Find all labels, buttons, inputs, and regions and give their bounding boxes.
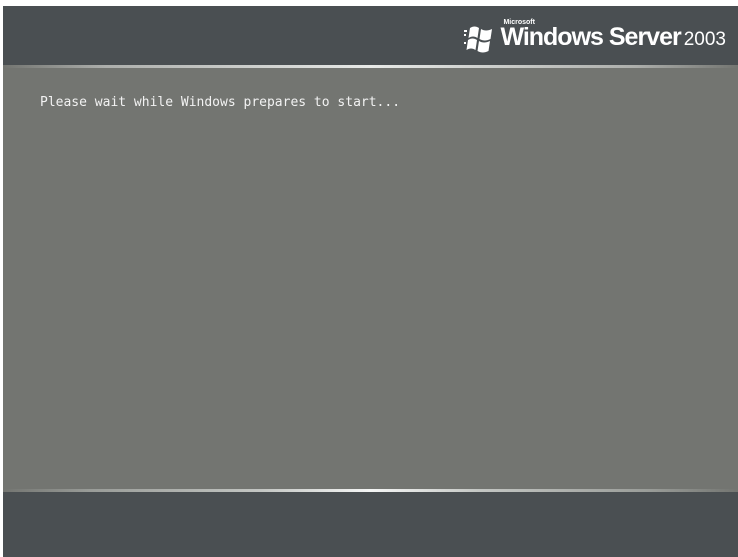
logo-version: 2003 xyxy=(683,29,726,50)
bottom-banner xyxy=(3,492,738,557)
logo-product: Windows Server xyxy=(500,23,681,51)
windows-flag-icon xyxy=(464,26,493,53)
status-message: Please wait while Windows prepares to st… xyxy=(40,95,401,110)
boot-screen: Microsoft Windows Server 2003 Please wai… xyxy=(3,6,738,557)
windows-server-logo: Microsoft Windows Server 2003 xyxy=(464,18,726,54)
top-banner: Microsoft Windows Server 2003 xyxy=(3,6,738,65)
logo-text: Microsoft Windows Server 2003 xyxy=(500,19,726,54)
top-divider xyxy=(3,65,738,68)
logo-brand: Microsoft xyxy=(503,19,535,26)
